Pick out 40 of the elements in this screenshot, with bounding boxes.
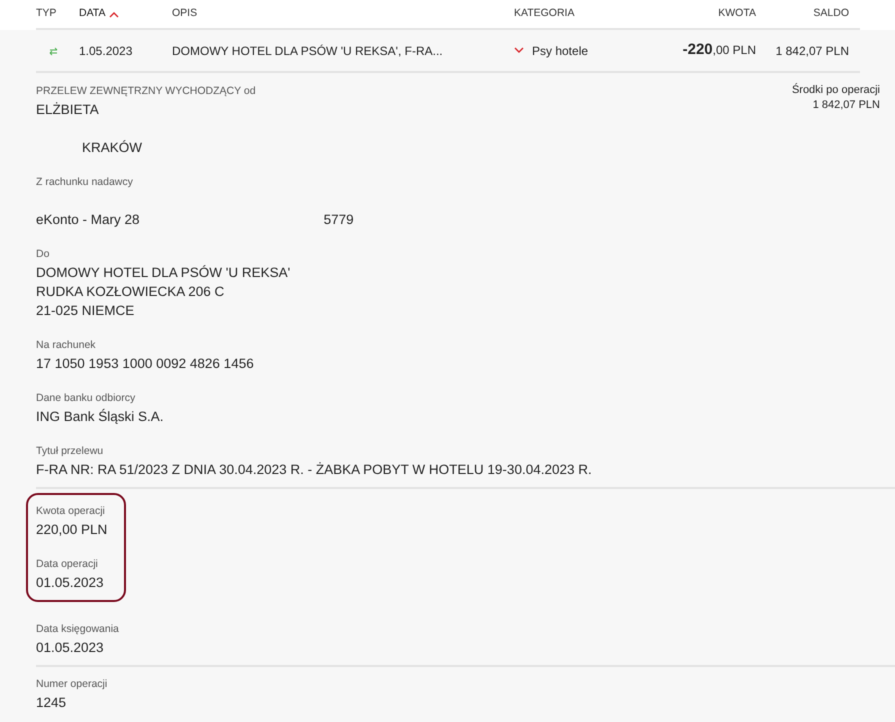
date-cell-text: 1.05.2023 xyxy=(79,42,134,60)
field-value: 01.05.2023 xyxy=(36,639,105,657)
field-value: 1245 xyxy=(36,694,68,712)
column-header[interactable]: OPIS xyxy=(172,6,198,22)
column-header[interactable]: KWOTA xyxy=(718,6,756,22)
column-header[interactable]: TYP xyxy=(36,6,56,22)
field-value: 01.05.2023 xyxy=(36,574,105,592)
field-label: Do xyxy=(36,247,50,262)
field-value: 17 1050 1953 1000 0092 4826 1456 xyxy=(36,355,255,373)
category-label: Psy hotele xyxy=(532,42,588,60)
field-label: Na rachunek xyxy=(36,338,97,353)
balance-after-label: Środki po operacji xyxy=(792,83,880,98)
field-label: Numer operacji xyxy=(36,677,108,692)
field-value: RUDKA KOZŁOWIECKA 206 C xyxy=(36,283,226,301)
amount-cell-text: -220,00 PLN xyxy=(682,40,756,60)
balance-cell-text: 1 842,07 PLN xyxy=(776,42,850,60)
column-header[interactable]: KATEGORIA xyxy=(514,6,574,22)
sender-name: ELŻBIETA xyxy=(36,101,99,119)
chevron-icon[interactable] xyxy=(514,47,524,54)
sort-up-icon[interactable] xyxy=(109,10,120,18)
field-value: 21-025 NIEMCE xyxy=(36,302,136,320)
field-label: Z rachunku nadawcy xyxy=(36,175,134,190)
field-value: DOMOWY HOTEL DLA PSÓW 'U REKSA' xyxy=(36,264,292,282)
field-value: 220,00 PLN xyxy=(36,521,108,539)
transfer-type-label: PRZELEW ZEWNĘTRZNY WYCHODZĄCY od xyxy=(36,84,256,99)
column-header[interactable]: DATA xyxy=(79,6,106,22)
field-value: ING Bank Śląski S.A. xyxy=(36,408,165,426)
account-name: eKonto - Mary 28 xyxy=(36,211,140,229)
sender-city: KRAKÓW xyxy=(82,139,142,157)
description-cell-text: DOMOWY HOTEL DLA PSÓW 'U REKSA', F-RA... xyxy=(172,42,444,60)
field-label: Dane banku odbiorcy xyxy=(36,391,136,406)
field-label: Data księgowania xyxy=(36,622,120,637)
account-number-suffix: 5779 xyxy=(324,211,354,229)
field-label: Data operacji xyxy=(36,557,99,572)
transfer-arrows-icon xyxy=(49,46,58,56)
field-value: F-RA NR: RA 51/2023 Z DNIA 30.04.2023 R. - ŻABKA POBYT W HOTELU 19-30.04.2023 R. xyxy=(36,461,593,479)
field-label: Kwota operacji xyxy=(36,504,106,519)
field-label: Tytuł przelewu xyxy=(36,444,104,459)
balance-after-value: 1 842,07 PLN xyxy=(812,98,880,113)
column-header[interactable]: SALDO xyxy=(813,6,849,22)
